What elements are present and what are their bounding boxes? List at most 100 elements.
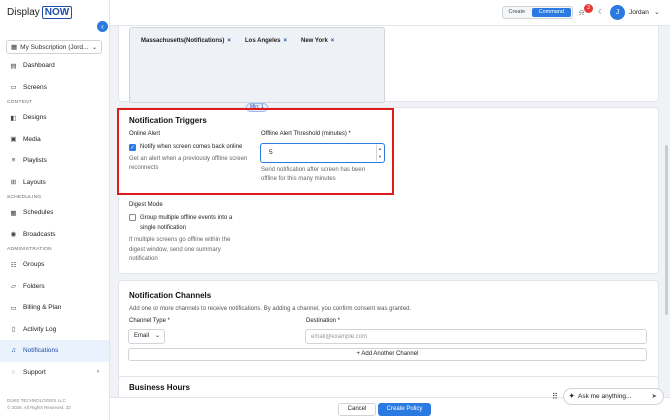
sidebar-item-label: Playlists [23,157,47,165]
sidebar-item-label: Groups [23,261,45,269]
digest-checkbox-label[interactable]: Group multiple offline events into a sin… [140,214,232,233]
digest-help-line-1: If multiple screens go offline within th… [129,237,231,243]
folder-icon: ▱ [11,283,16,291]
subscription-select[interactable]: ▦ My Subscription (Jord... ⌄ [6,40,102,54]
collapse-sidebar-button[interactable]: ‹ [97,21,108,32]
sidebar-item-billing[interactable]: ▭ Billing & Plan [0,297,109,319]
dashboard-icon: ▤ [10,62,17,70]
logo[interactable]: Display NOW [7,6,73,19]
palette-icon: ◧ [10,114,17,122]
sidebar-item-groups[interactable]: ☷ Groups [0,254,109,276]
online-alert-checkbox[interactable]: ✓ [129,144,136,151]
chevron-down-icon[interactable]: ⌄ [654,8,660,16]
close-icon[interactable]: × [283,38,287,44]
sidebar-item-label: Broadcasts [23,230,56,238]
sidebar-item-playlists[interactable]: ≡ Playlists [0,150,109,172]
sidebar-item-folders[interactable]: ▱ Folders [0,276,109,298]
digest-checkbox-label-line-2: single notification [140,224,187,231]
number-spinner[interactable]: ▲ ▼ [376,145,383,161]
sidebar-item-layouts[interactable]: ⊞ Layouts [0,172,109,194]
drag-handle-icon[interactable]: ⠿ [552,392,558,401]
digest-help-line-2: digest window, send one summary [129,246,221,253]
nav-section-scheduling: SCHEDULING [7,195,42,200]
footer-company: DUKE TECHNOLOGIES LLC [7,398,66,403]
online-alert-label: Online Alert [129,131,161,137]
username[interactable]: Jordan [629,9,649,16]
sidebar-item-notifications[interactable]: ♫ Notifications [0,340,109,362]
moon-icon[interactable]: ☾ [598,8,604,16]
min-value-badge: Min: 1 [246,103,268,112]
digest-help-line-3: notification [129,256,158,262]
mode-toggle: Create Command [502,6,573,19]
nav-section-content: CONTENT [7,100,33,105]
topbar: Create Command ⍾ 3 ☾ J Jordan ⌄ [110,0,670,26]
channels-title: Notification Channels [129,291,212,300]
sidebar-item-support[interactable]: ◌ Support › [0,362,109,384]
sidebar-item-label: Support [23,368,46,376]
sparkle-icon: ✦ [569,393,575,400]
add-channel-button[interactable]: + Add Another Channel [128,348,647,361]
avatar[interactable]: J [610,5,625,20]
cancel-button[interactable]: Cancel [338,403,376,416]
sidebar-item-broadcasts[interactable]: ◉ Broadcasts [0,224,109,246]
chevron-down-icon: ⌄ [154,333,160,339]
channels-description: Add one or more channels to receive noti… [129,306,412,312]
create-policy-button[interactable]: Create Policy [378,403,431,416]
channel-type-select[interactable]: Email ⌄ [128,329,165,344]
sidebar-nav: ▤ Dashboard ▭ Screens CONTENT ◧ Designs ▣ Me… [0,55,109,383]
threshold-value: 5 [269,149,273,156]
digest-mode-label: Digest Mode [129,202,163,208]
region-tag: New York × [301,38,334,44]
chevron-down-icon[interactable]: ▼ [377,153,383,161]
sidebar-item-designs[interactable]: ◧ Designs [0,107,109,129]
sidebar-item-media[interactable]: ▣ Media [0,129,109,151]
threshold-help-line-2: offline for this many minutes [261,176,336,182]
region-tag: Los Angeles × [245,38,287,44]
region-tag-label: New York [301,38,328,44]
destination-input[interactable] [305,329,647,344]
mode-create-button[interactable]: Create [503,7,531,18]
monitor-icon: ▭ [10,84,17,92]
nav-section-administration: ADMINISTRATION [7,247,52,252]
digest-mode-checkbox[interactable] [129,214,136,221]
notification-count-badge: 3 [584,4,593,13]
sidebar-item-label: Layouts [23,178,46,186]
notification-triggers-card: Notification Triggers Online Alert ✓ Not… [118,107,659,274]
digest-checkbox-label-line-1: Group multiple offline events into a [140,215,233,221]
close-icon[interactable]: × [331,38,335,44]
sidebar-item-schedules[interactable]: ▦ Schedules [0,202,109,224]
sidebar: Display NOW ‹ ▦ My Subscription (Jord...… [0,0,110,420]
threshold-label: Offline Alert Threshold (minutes) * [261,131,351,137]
sidebar-item-label: Billing & Plan [23,304,62,312]
business-hours-title: Business Hours [129,383,190,392]
close-icon[interactable]: × [227,38,231,44]
destination-label: Destination * [306,318,341,324]
chevron-up-icon[interactable]: ▲ [377,145,383,153]
regions-card: Massachusetts(Notifications) × Los Angele… [118,26,659,103]
sidebar-item-label: Screens [23,83,47,91]
region-tags-box[interactable]: Massachusetts(Notifications) × Los Angele… [129,27,385,103]
credit-card-icon: ▭ [10,304,17,312]
sidebar-item-dashboard[interactable]: ▤ Dashboard [0,55,109,77]
online-checkbox-label[interactable]: Notify when screen comes back online [140,144,242,150]
threshold-input[interactable]: 5 ▲ ▼ [260,143,385,163]
chevron-down-icon: ⌄ [91,44,97,51]
footer-copyright: © 2026. All Rights Reserved. 32 [7,405,71,410]
logo-badge: NOW [41,6,73,19]
building-icon: ▦ [11,44,18,51]
sidebar-item-screens[interactable]: ▭ Screens [0,77,109,99]
chevron-right-icon: › [97,369,99,376]
sidebar-item-label: Notifications [23,347,59,355]
assistant-input[interactable]: ✦ Ask me anything... ➤ [563,388,664,405]
mode-command-button[interactable]: Command [531,8,571,17]
assistant-placeholder: Ask me anything... [578,393,632,400]
layout-icon: ⊞ [10,179,17,187]
sidebar-item-label: Dashboard [23,62,55,70]
users-icon: ☷ [10,261,17,269]
scrollbar[interactable] [665,145,668,315]
sidebar-item-activity-log[interactable]: ▯ Activity Log [0,319,109,341]
subscription-label: My Subscription (Jord... [20,43,89,51]
sidebar-item-label: Activity Log [23,325,57,333]
triggers-title: Notification Triggers [129,116,207,125]
send-icon[interactable]: ➤ [652,389,657,404]
